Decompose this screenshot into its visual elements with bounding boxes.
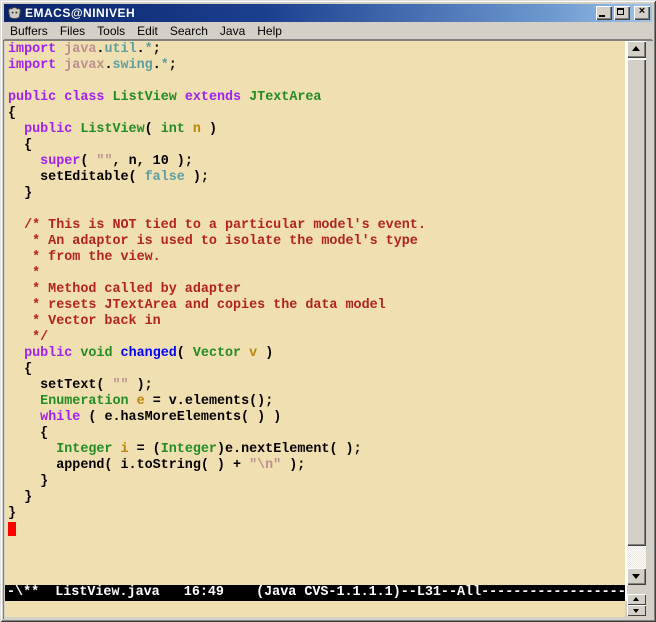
code-line: super( "", n, 10 ); <box>8 154 625 170</box>
minimize-button[interactable] <box>596 6 612 20</box>
menu-item-edit[interactable]: Edit <box>131 23 164 39</box>
minibuffer[interactable] <box>5 601 625 617</box>
window-title: EMACS@NINIVEH <box>25 4 594 22</box>
code-line <box>8 202 625 218</box>
code-line: * from the view. <box>8 250 625 266</box>
window-controls: × <box>594 6 650 20</box>
code-line: Enumeration e = v.elements(); <box>8 394 625 410</box>
emacs-gnu-icon[interactable] <box>7 6 22 21</box>
minibuffer-scroll-down-button[interactable] <box>627 605 646 616</box>
menu-item-tools[interactable]: Tools <box>91 23 131 39</box>
emacs-window: EMACS@NINIVEH × BuffersFilesToolsEditSea… <box>0 0 656 622</box>
menu-item-files[interactable]: Files <box>54 23 91 39</box>
code-line: /* This is NOT tied to a particular mode… <box>8 218 625 234</box>
arrow-up-icon <box>633 597 639 601</box>
scroll-down-button[interactable] <box>627 568 646 585</box>
code-line <box>8 522 625 538</box>
title-bar[interactable]: EMACS@NINIVEH × <box>4 4 652 22</box>
code-line: * <box>8 266 625 282</box>
mode-line: -\** ListView.java 16:49 (Java CVS-1.1.1… <box>5 585 625 601</box>
code-line: * resets JTextArea and copies the data m… <box>8 298 625 314</box>
code-line: import javax.swing.*; <box>8 58 625 74</box>
vertical-scrollbar[interactable] <box>627 41 646 585</box>
code-line: } <box>8 186 625 202</box>
code-line: * Vector back in <box>8 314 625 330</box>
text-buffer[interactable]: import java.util.*;import javax.swing.*;… <box>5 41 625 585</box>
code-line <box>8 74 625 90</box>
code-line: setEditable( false ); <box>8 170 625 186</box>
code-line: public void changed( Vector v ) <box>8 346 625 362</box>
maximize-button[interactable] <box>614 6 630 20</box>
code-line: public class ListView extends JTextArea <box>8 90 625 106</box>
arrow-up-icon <box>632 46 640 51</box>
code-line: import java.util.*; <box>8 42 625 58</box>
code-line: Integer i = (Integer)e.nextElement( ); <box>8 442 625 458</box>
code-line: * An adaptor is used to isolate the mode… <box>8 234 625 250</box>
code-line: { <box>8 362 625 378</box>
code-area: import java.util.*;import javax.swing.*;… <box>8 42 625 538</box>
code-line: } <box>8 506 625 522</box>
close-button[interactable]: × <box>634 6 650 20</box>
code-line: while ( e.hasMoreElements( ) ) <box>8 410 625 426</box>
arrow-down-icon <box>633 609 639 613</box>
menu-bar: BuffersFilesToolsEditSearchJavaHelp <box>4 22 652 40</box>
maximize-icon <box>617 8 624 15</box>
menu-item-help[interactable]: Help <box>251 23 288 39</box>
menu-item-java[interactable]: Java <box>214 23 251 39</box>
code-line: } <box>8 490 625 506</box>
minimize-icon <box>599 15 605 17</box>
minibuffer-scrollbar <box>627 594 646 616</box>
arrow-down-icon <box>632 574 640 579</box>
close-icon: × <box>634 5 650 17</box>
scrollbar-thumb[interactable] <box>627 59 646 546</box>
code-line: setText( "" ); <box>8 378 625 394</box>
code-line: * Method called by adapter <box>8 282 625 298</box>
code-line: { <box>8 426 625 442</box>
code-line: append( i.toString( ) + "\n" ); <box>8 458 625 474</box>
scroll-up-button[interactable] <box>627 41 646 58</box>
code-line: { <box>8 106 625 122</box>
code-line: { <box>8 138 625 154</box>
text-cursor <box>8 522 16 536</box>
code-line: public ListView( int n ) <box>8 122 625 138</box>
minibuffer-scroll-up-button[interactable] <box>627 594 646 605</box>
menu-item-buffers[interactable]: Buffers <box>4 23 54 39</box>
menu-item-search[interactable]: Search <box>164 23 214 39</box>
code-line: } <box>8 474 625 490</box>
code-line: */ <box>8 330 625 346</box>
